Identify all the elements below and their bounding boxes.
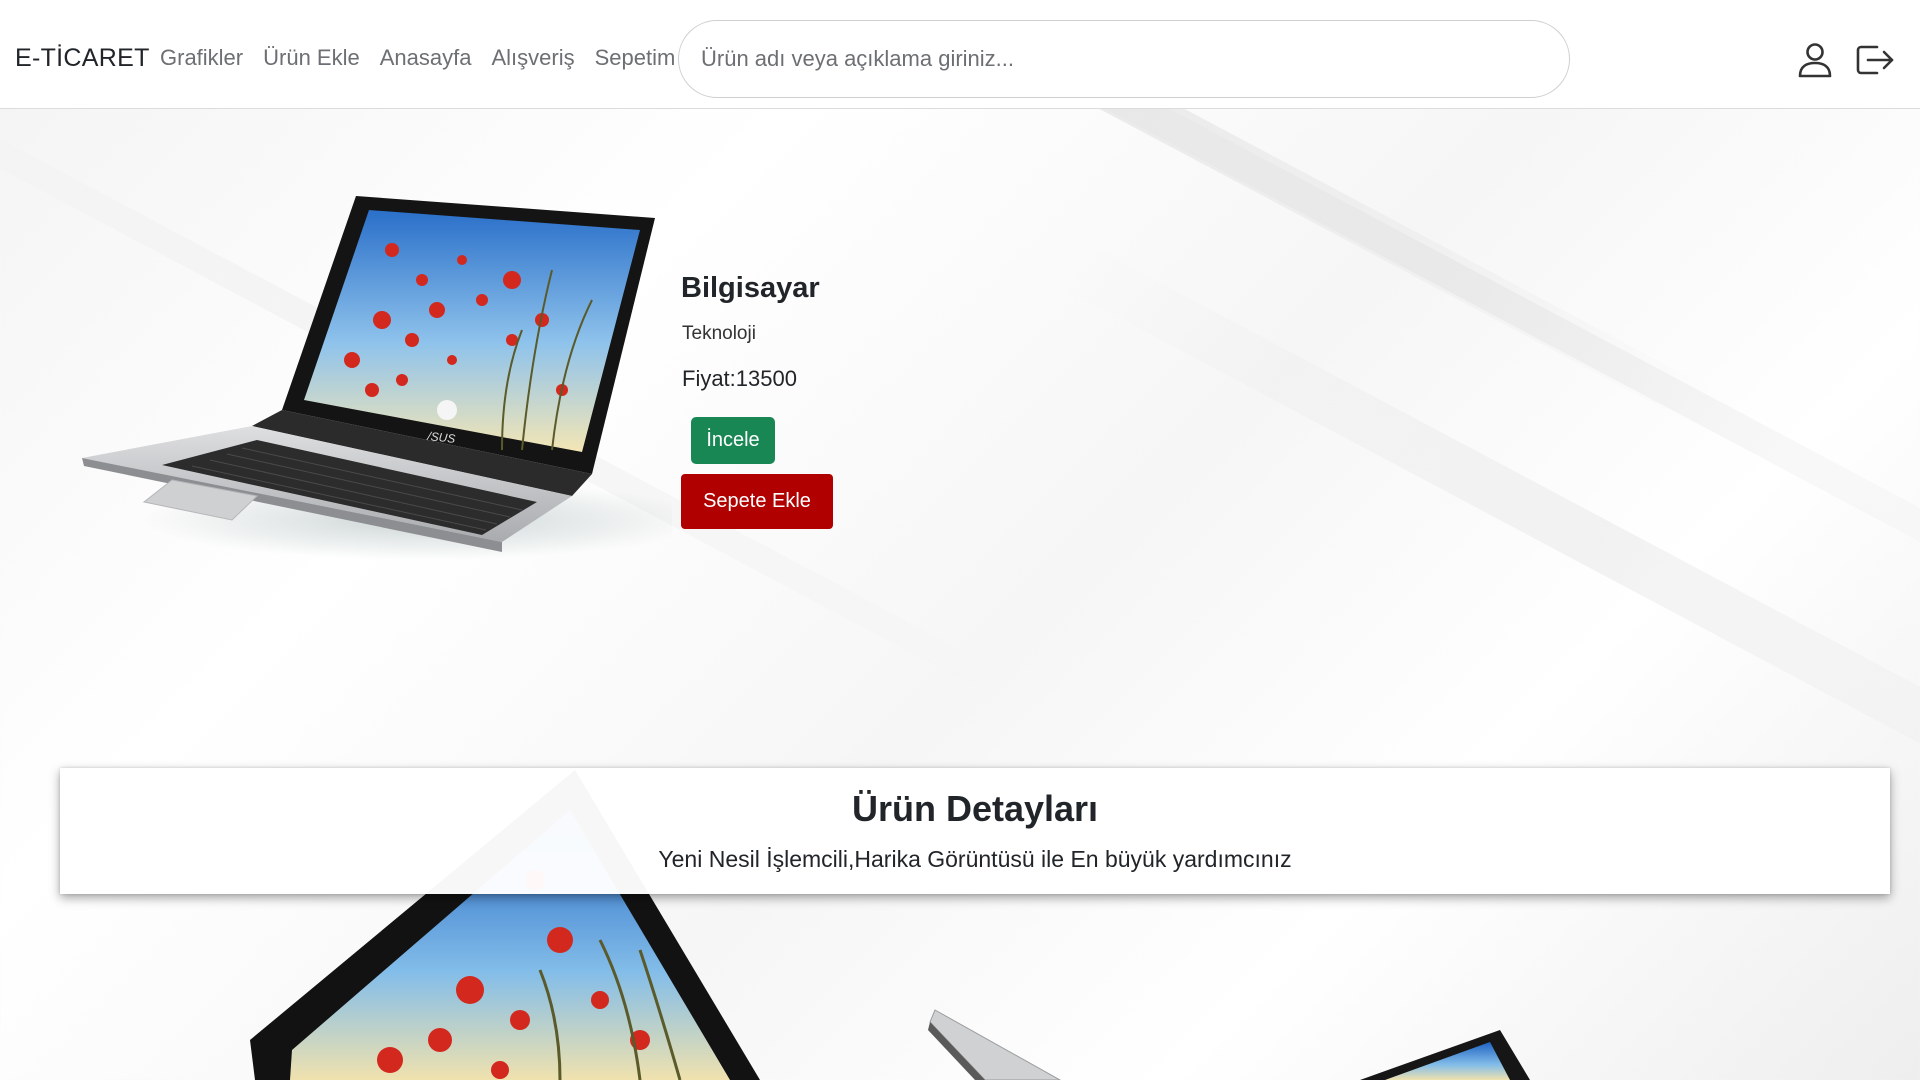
search-box	[678, 20, 1570, 98]
search-input[interactable]	[679, 21, 1569, 97]
logout-icon[interactable]	[1853, 40, 1894, 80]
nav-link-alisveris[interactable]: Alışveriş	[491, 45, 574, 71]
nav-link-grafikler[interactable]: Grafikler	[160, 45, 243, 71]
details-description: Yeni Nesil İşlemcili,Harika Görüntüsü il…	[658, 846, 1292, 872]
nav-link-anasayfa[interactable]: Anasayfa	[380, 45, 472, 71]
product-image[interactable]: /SUS	[82, 190, 702, 570]
product-price: Fiyat:13500	[682, 366, 797, 391]
product-details-card: Ürün Detayları Yeni Nesil İşlemcili,Hari…	[60, 768, 1890, 894]
details-title: Ürün Detayları	[851, 788, 1099, 829]
nav-links: Grafikler Ürün Ekle Anasayfa Alışveriş S…	[160, 45, 695, 71]
product-name: Bilgisayar	[681, 272, 820, 304]
add-to-cart-button[interactable]: Sepete Ekle	[681, 474, 833, 529]
inspect-button[interactable]: İncele	[691, 417, 775, 464]
product-category: Teknoloji	[682, 323, 756, 344]
nav-link-sepetim[interactable]: Sepetim	[595, 45, 676, 71]
brand-logo[interactable]: E-TİCARET	[15, 44, 150, 73]
navbar: E-TİCARET Grafikler Ürün Ekle Anasayfa A…	[0, 0, 1920, 109]
user-icon[interactable]	[1795, 40, 1835, 80]
nav-link-urun-ekle[interactable]: Ürün Ekle	[263, 45, 360, 71]
